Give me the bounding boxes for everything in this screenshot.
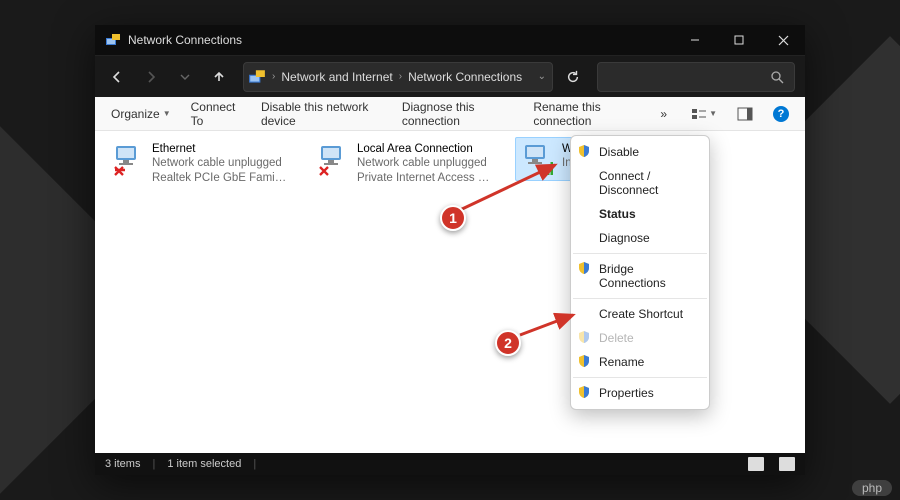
ctx-shortcut[interactable]: Create Shortcut: [571, 302, 709, 326]
connection-device: Realtek PCIe GbE Family Controller: [152, 171, 288, 185]
status-item-count: 3 items: [105, 458, 140, 470]
ethernet-icon: [112, 142, 146, 176]
connection-status: Network cable unplugged: [152, 156, 288, 170]
chevron-down-icon[interactable]: ⌄: [536, 71, 548, 82]
shield-icon: [577, 385, 591, 399]
separator: [573, 253, 707, 254]
ctx-disable[interactable]: Disable: [571, 140, 709, 164]
annotation-marker-1: 1: [440, 205, 466, 231]
connection-name: Local Area Connection: [357, 142, 493, 156]
ctx-delete: Delete: [571, 326, 709, 350]
app-icon: [105, 32, 121, 48]
rename-connection-button[interactable]: Rename this connection: [525, 96, 648, 132]
view-options-button[interactable]: ▼: [683, 103, 725, 125]
connection-item-ethernet[interactable]: Ethernet Network cable unplugged Realtek…: [105, 137, 295, 190]
address-icon: [248, 68, 266, 86]
organize-menu[interactable]: Organize▼: [103, 103, 179, 125]
help-icon: ?: [773, 106, 789, 122]
breadcrumb-segment[interactable]: Network Connections: [404, 70, 526, 84]
breadcrumb-segment[interactable]: Network and Internet: [277, 70, 396, 84]
nav-recent-button[interactable]: [169, 61, 201, 93]
ctx-connect[interactable]: Connect / Disconnect: [571, 164, 709, 202]
close-button[interactable]: [761, 25, 805, 55]
refresh-button[interactable]: [557, 61, 589, 93]
search-icon: [770, 70, 784, 84]
ctx-bridge[interactable]: Bridge Connections: [571, 257, 709, 295]
status-selected-count: 1 item selected: [167, 458, 241, 470]
annotation-arrow: [450, 160, 570, 220]
preview-pane-button[interactable]: [729, 103, 761, 125]
statusbar: 3 items | 1 item selected |: [95, 453, 805, 475]
separator: |: [152, 458, 155, 470]
minimize-button[interactable]: [673, 25, 717, 55]
help-button[interactable]: ?: [765, 102, 797, 126]
shield-icon: [577, 144, 591, 158]
nav-forward-button[interactable]: [135, 61, 167, 93]
connect-to-button[interactable]: Connect To: [183, 96, 249, 132]
search-box[interactable]: [597, 62, 795, 92]
ctx-diagnose[interactable]: Diagnose: [571, 226, 709, 250]
ctx-rename[interactable]: Rename: [571, 350, 709, 374]
separator: [573, 298, 707, 299]
window-title: Network Connections: [128, 33, 242, 47]
shield-icon: [577, 261, 591, 275]
chevron-right-icon: ›: [270, 71, 277, 82]
watermark: php: [852, 480, 892, 496]
address-bar[interactable]: › Network and Internet › Network Connect…: [243, 62, 553, 92]
details-view-button[interactable]: [748, 457, 764, 471]
titlebar: Network Connections: [95, 25, 805, 55]
icons-view-button[interactable]: [779, 457, 795, 471]
command-bar: Organize▼ Connect To Disable this networ…: [95, 97, 805, 131]
annotation-marker-2: 2: [495, 330, 521, 356]
maximize-button[interactable]: [717, 25, 761, 55]
shield-icon: [577, 354, 591, 368]
separator: [573, 377, 707, 378]
separator: |: [253, 458, 256, 470]
context-menu: Disable Connect / Disconnect Status Diag…: [570, 135, 710, 410]
disable-device-button[interactable]: Disable this network device: [253, 96, 390, 132]
chevron-right-icon: ›: [397, 71, 404, 82]
annotation-arrow: [515, 310, 585, 340]
ctx-properties[interactable]: Properties: [571, 381, 709, 405]
connection-name: Ethernet: [152, 142, 288, 156]
navbar: › Network and Internet › Network Connect…: [95, 55, 805, 97]
diagnose-connection-button[interactable]: Diagnose this connection: [394, 96, 522, 132]
ctx-status[interactable]: Status: [571, 202, 709, 226]
nav-back-button[interactable]: [101, 61, 133, 93]
lan-icon: [317, 142, 351, 176]
nav-up-button[interactable]: [203, 61, 235, 93]
overflow-button[interactable]: »: [652, 103, 675, 125]
